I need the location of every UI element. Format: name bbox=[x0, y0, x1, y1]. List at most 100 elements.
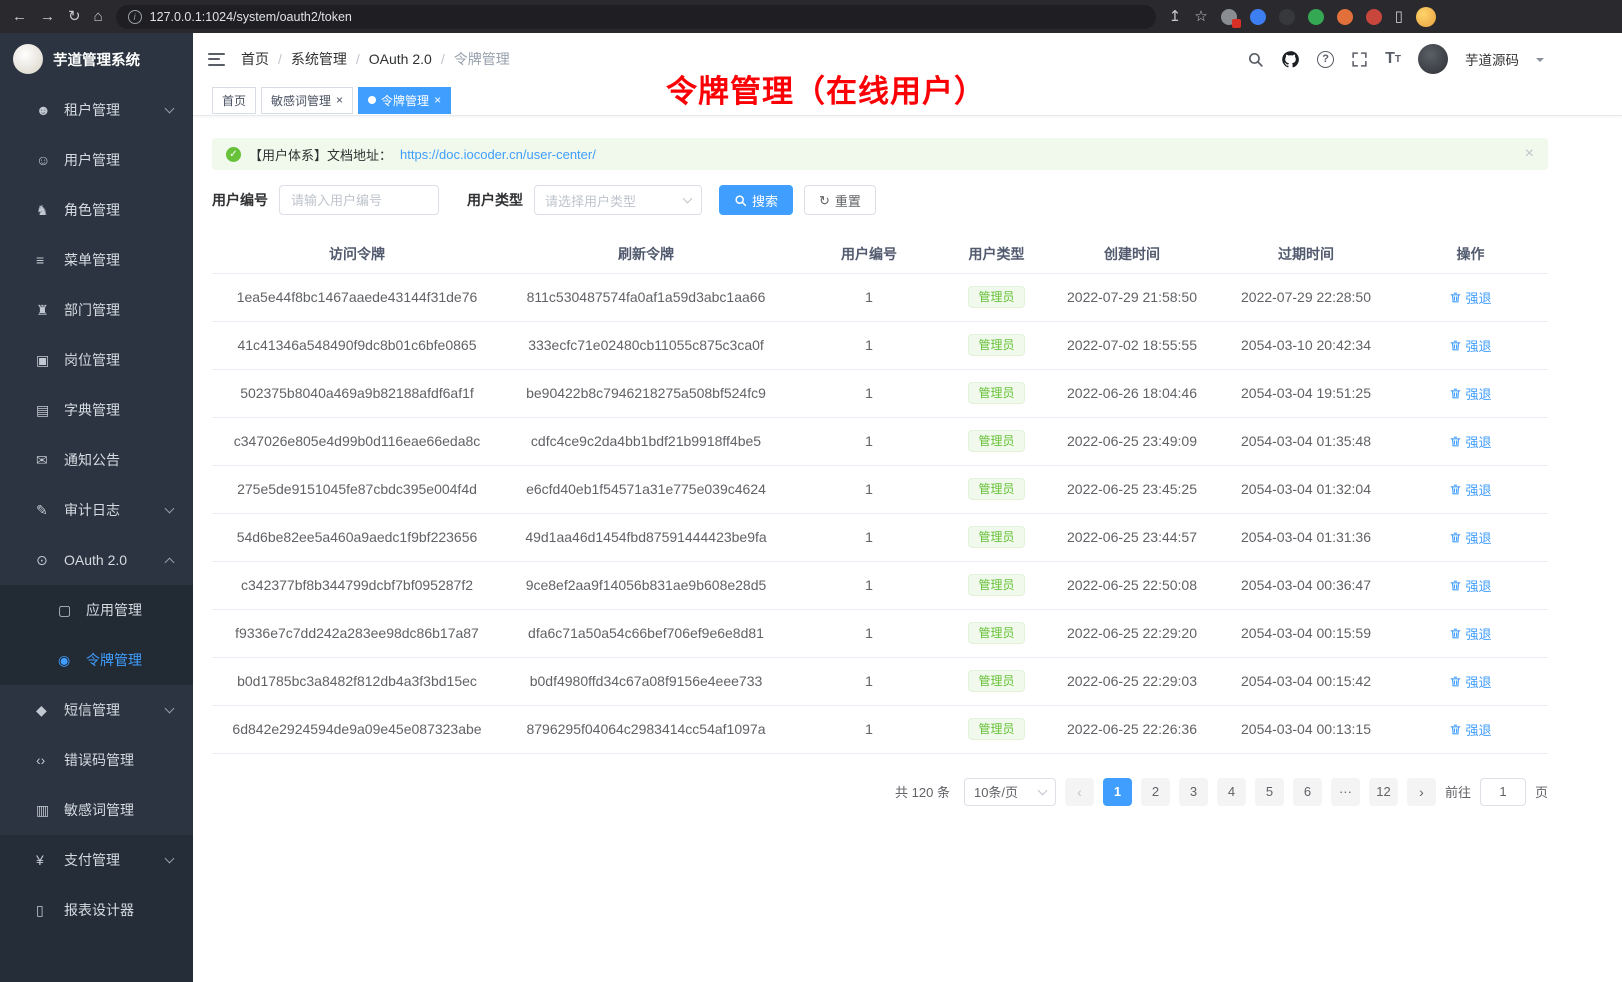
close-icon[interactable]: × bbox=[336, 94, 343, 106]
alert-close-icon[interactable]: × bbox=[1525, 146, 1534, 162]
goto-page-input[interactable] bbox=[1480, 778, 1526, 806]
extension-icon[interactable] bbox=[1279, 9, 1295, 25]
extension-icon[interactable] bbox=[1221, 9, 1237, 25]
user-id-cell: 1 bbox=[790, 657, 948, 705]
force-logout-button[interactable]: 强退 bbox=[1449, 384, 1491, 403]
columns-icon: ▯ bbox=[36, 902, 64, 919]
sidebar-item-post[interactable]: ▣ 岗位管理 bbox=[0, 335, 193, 385]
back-icon[interactable]: ← bbox=[12, 9, 27, 24]
doc-link[interactable]: https://doc.iocoder.cn/user-center/ bbox=[400, 147, 596, 162]
force-logout-button[interactable]: 强退 bbox=[1449, 336, 1491, 355]
table-row: 275e5de9151045fe87cbdc395e004f4d e6cfd40… bbox=[212, 465, 1548, 513]
extension-icon[interactable] bbox=[1250, 9, 1266, 25]
user-id-input[interactable] bbox=[279, 185, 439, 215]
sidebar-item-sms[interactable]: ◆ 短信管理 bbox=[0, 685, 193, 735]
tab-sensitive-word[interactable]: 敏感词管理 × bbox=[261, 87, 353, 114]
breadcrumb-item[interactable]: OAuth 2.0 bbox=[369, 51, 432, 67]
sidebar-item-report-designer[interactable]: ▯ 报表设计器 bbox=[0, 885, 193, 935]
close-icon[interactable]: × bbox=[434, 94, 441, 106]
user-type-cell: 管理员 bbox=[948, 417, 1045, 465]
search-button[interactable]: 搜索 bbox=[719, 185, 793, 215]
force-logout-button[interactable]: 强退 bbox=[1449, 672, 1491, 691]
tab-home[interactable]: 首页 bbox=[212, 87, 256, 114]
reset-button[interactable]: ↻ 重置 bbox=[804, 185, 876, 215]
reload-icon[interactable]: ↻ bbox=[68, 9, 81, 24]
sidebar-collapse-icon[interactable] bbox=[208, 53, 225, 66]
force-logout-label: 强退 bbox=[1465, 384, 1491, 403]
font-size-icon[interactable]: TT bbox=[1385, 50, 1401, 68]
share-icon[interactable]: ↥ bbox=[1169, 9, 1182, 24]
sidebar-item-label: 租户管理 bbox=[64, 100, 120, 120]
sidebar-item-menu[interactable]: ≡ 菜单管理 bbox=[0, 235, 193, 285]
user-name[interactable]: 芋道源码 bbox=[1465, 49, 1519, 69]
sidebar-item-error-code[interactable]: ‹› 错误码管理 bbox=[0, 735, 193, 785]
sidebar-item-pay[interactable]: ¥ 支付管理 bbox=[0, 835, 193, 885]
more-pages-button[interactable]: ··· bbox=[1331, 778, 1360, 806]
search-button-label: 搜索 bbox=[752, 191, 778, 210]
tab-token-active[interactable]: 令牌管理 × bbox=[358, 87, 451, 114]
extension-icon[interactable] bbox=[1337, 9, 1353, 25]
user-dropdown-caret-icon[interactable] bbox=[1536, 58, 1544, 66]
extension-icon[interactable] bbox=[1308, 9, 1324, 25]
force-logout-button[interactable]: 强退 bbox=[1449, 576, 1491, 595]
page-button-2[interactable]: 2 bbox=[1141, 778, 1170, 806]
help-icon[interactable]: ? bbox=[1317, 51, 1334, 68]
search-icon[interactable] bbox=[1247, 51, 1264, 68]
breadcrumb-item[interactable]: 系统管理 bbox=[291, 49, 347, 69]
page-button-5[interactable]: 5 bbox=[1255, 778, 1284, 806]
sidebar-item-tenant[interactable]: ☻ 租户管理 bbox=[0, 85, 193, 135]
browser-profile-avatar[interactable] bbox=[1416, 7, 1436, 27]
user-type-badge: 管理员 bbox=[968, 478, 1024, 501]
access-token-cell: b0d1785bc3a8482f812db4a3f3bd15ec bbox=[212, 657, 502, 705]
breadcrumb-item[interactable]: 首页 bbox=[241, 49, 269, 69]
user-avatar[interactable] bbox=[1418, 44, 1448, 74]
force-logout-button[interactable]: 强退 bbox=[1449, 720, 1491, 739]
sidebar-item-label: 部门管理 bbox=[64, 300, 120, 320]
sidebar-item-label: 短信管理 bbox=[64, 700, 120, 720]
prev-page-button[interactable]: ‹ bbox=[1065, 778, 1094, 806]
force-logout-button[interactable]: 强退 bbox=[1449, 528, 1491, 547]
page-button-6[interactable]: 6 bbox=[1293, 778, 1322, 806]
sidebar-item-oauth[interactable]: ⊙ OAuth 2.0 bbox=[0, 535, 193, 585]
page-button-1[interactable]: 1 bbox=[1103, 778, 1132, 806]
sidebar-item-dict[interactable]: ▤ 字典管理 bbox=[0, 385, 193, 435]
chevron-up-icon bbox=[165, 558, 175, 568]
goto-label: 前往 bbox=[1445, 782, 1471, 801]
sidebar-item-role[interactable]: ♞ 角色管理 bbox=[0, 185, 193, 235]
github-icon[interactable] bbox=[1281, 50, 1300, 69]
user-type-select[interactable]: 请选择用户类型 bbox=[534, 185, 702, 215]
fullscreen-icon[interactable] bbox=[1351, 51, 1368, 68]
side-panel-icon[interactable]: ▯ bbox=[1395, 9, 1403, 24]
site-info-icon[interactable]: i bbox=[128, 10, 142, 24]
force-logout-button[interactable]: 强退 bbox=[1449, 480, 1491, 499]
sidebar-item-oauth-app[interactable]: ▢ 应用管理 bbox=[0, 585, 193, 635]
next-page-button[interactable]: › bbox=[1407, 778, 1436, 806]
address-bar[interactable]: i 127.0.0.1:1024/system/oauth2/token bbox=[116, 5, 1156, 29]
page-size-select[interactable]: 10条/页 bbox=[964, 778, 1056, 806]
tab-label: 敏感词管理 bbox=[271, 92, 331, 109]
sidebar-item-audit-log[interactable]: ✎ 审计日志 bbox=[0, 485, 193, 535]
bookmark-star-icon[interactable]: ☆ bbox=[1194, 9, 1207, 24]
home-icon[interactable]: ⌂ bbox=[94, 9, 103, 24]
book-icon: ▥ bbox=[36, 802, 64, 819]
extension-icon[interactable] bbox=[1366, 9, 1382, 25]
page-button-12[interactable]: 12 bbox=[1369, 778, 1398, 806]
force-logout-button[interactable]: 强退 bbox=[1449, 288, 1491, 307]
sidebar-item-dept[interactable]: ♜ 部门管理 bbox=[0, 285, 193, 335]
sidebar-menu: ☻ 租户管理 ☺ 用户管理 ♞ 角色管理 ≡ 菜单管理 ♜ 部门管理 ▣ bbox=[0, 85, 193, 982]
force-logout-label: 强退 bbox=[1465, 576, 1491, 595]
sidebar-item-notice[interactable]: ✉ 通知公告 bbox=[0, 435, 193, 485]
dept-icon: ♜ bbox=[36, 302, 64, 319]
page-button-3[interactable]: 3 bbox=[1179, 778, 1208, 806]
app-logo[interactable]: 芋道管理系统 bbox=[0, 33, 193, 85]
force-logout-label: 强退 bbox=[1465, 480, 1491, 499]
force-logout-button[interactable]: 强退 bbox=[1449, 624, 1491, 643]
sidebar-item-sensitive-word[interactable]: ▥ 敏感词管理 bbox=[0, 785, 193, 835]
page-button-4[interactable]: 4 bbox=[1217, 778, 1246, 806]
refresh-token-cell: dfa6c71a50a54c66bef706ef9e6e8d81 bbox=[502, 609, 790, 657]
forward-icon[interactable]: → bbox=[40, 9, 55, 24]
user-type-cell: 管理员 bbox=[948, 657, 1045, 705]
sidebar-item-oauth-token[interactable]: ◉ 令牌管理 bbox=[0, 635, 193, 685]
force-logout-button[interactable]: 强退 bbox=[1449, 432, 1491, 451]
sidebar-item-user[interactable]: ☺ 用户管理 bbox=[0, 135, 193, 185]
